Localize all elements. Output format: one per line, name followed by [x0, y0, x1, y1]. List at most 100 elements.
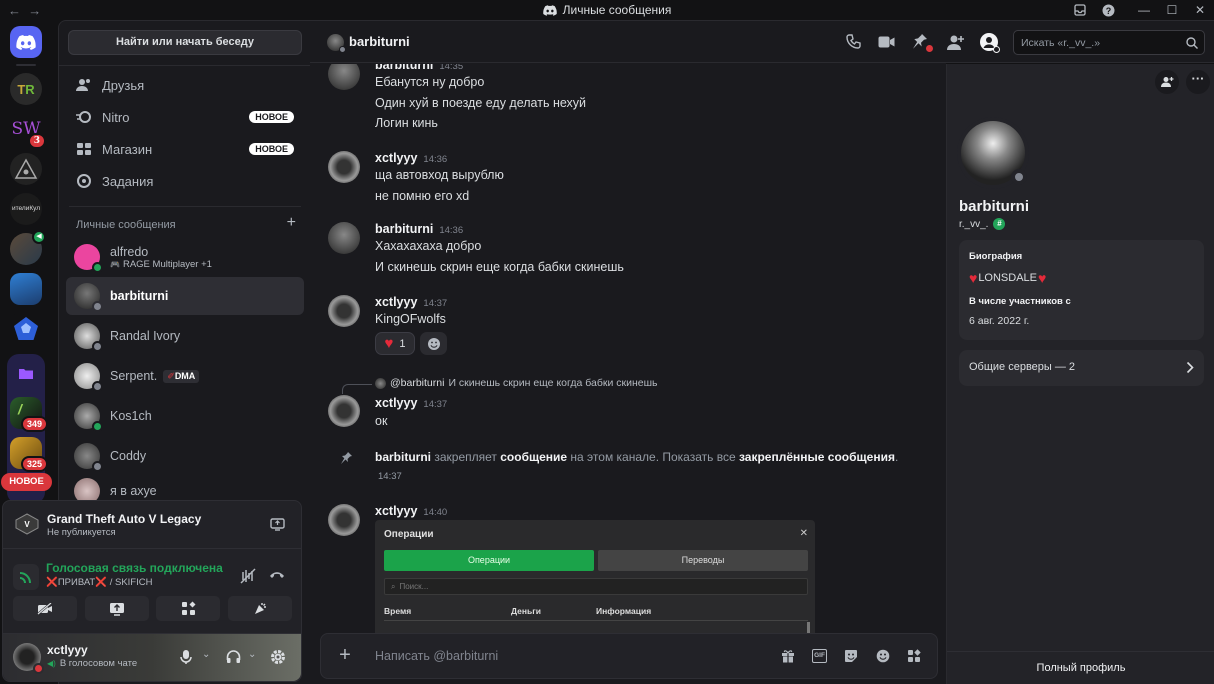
maximize-icon[interactable]: ☐: [1158, 3, 1186, 17]
server-blue[interactable]: [10, 273, 42, 305]
profile-username[interactable]: r._vv_. #: [959, 218, 1006, 230]
author-name[interactable]: barbiturni 14:36: [375, 222, 463, 236]
server-sw[interactable]: SW 3: [10, 113, 46, 149]
author-name[interactable]: xctlyyy 14:36: [375, 151, 447, 165]
voice-channel[interactable]: ❌ПРИВАТ❌ / SKIFICH: [46, 577, 152, 588]
chat-header: barbiturni Искать «r._vv_.»: [310, 20, 1214, 63]
back-icon[interactable]: ←: [8, 3, 21, 18]
server-illuminati[interactable]: [10, 153, 42, 185]
author-avatar[interactable]: [328, 64, 360, 90]
author-name[interactable]: xctlyyy 14:40: [375, 504, 447, 518]
reaction-heart[interactable]: ♥ 1: [375, 332, 415, 355]
author-avatar[interactable]: [328, 295, 360, 327]
author-avatar[interactable]: [328, 395, 360, 427]
dm-item-serpent[interactable]: Serpent. ✐DMA: [66, 357, 304, 395]
forward-icon[interactable]: →: [28, 3, 41, 18]
embed-close-icon[interactable]: ✕: [800, 528, 808, 539]
user-profile-toggle[interactable]: [980, 33, 1000, 53]
header-username[interactable]: barbiturni: [349, 34, 410, 49]
nav-nitro[interactable]: Nitro НОВОЕ: [66, 102, 304, 132]
nav-shop[interactable]: Магазин НОВОЕ: [66, 134, 304, 164]
server-tr[interactable]: TR: [10, 73, 42, 105]
gif-button[interactable]: GIF: [812, 649, 827, 663]
author-name[interactable]: barbiturni 14:35: [375, 64, 463, 72]
microphone-icon[interactable]: [180, 649, 192, 665]
nav-quests[interactable]: Задания: [66, 166, 304, 196]
divider: [59, 65, 311, 66]
profile-more-button[interactable]: ···: [1186, 70, 1210, 94]
dm-item-barbiturni[interactable]: barbiturni: [66, 277, 304, 315]
embed-search[interactable]: ⌕ Поиск...: [384, 578, 808, 595]
minimize-icon[interactable]: —: [1130, 3, 1158, 17]
dm-item-randal-ivory[interactable]: Randal Ivory: [66, 317, 304, 355]
dm-item-kos1ch[interactable]: Kos1ch: [66, 397, 304, 435]
signal-icon[interactable]: [13, 564, 39, 590]
voice-status[interactable]: Голосовая связь подключена: [46, 561, 223, 575]
user-avatar[interactable]: [13, 643, 44, 674]
pinned-messages-link[interactable]: закреплённые сообщения: [739, 450, 895, 464]
chevron-down-icon[interactable]: ⌄: [248, 649, 256, 660]
create-dm-button[interactable]: +: [287, 214, 296, 232]
profile-avatar[interactable]: [957, 117, 1029, 189]
home-button[interactable]: [10, 26, 42, 58]
help-icon[interactable]: ?: [1102, 4, 1130, 17]
pinned-messages-button[interactable]: [912, 33, 933, 52]
author-name[interactable]: xctlyyy 14:37: [375, 396, 447, 410]
server-itelikul[interactable]: ителиКул: [10, 193, 42, 225]
embed-tab-operations[interactable]: Операции: [384, 550, 594, 571]
author-name[interactable]: xctlyyy 14:37: [375, 295, 447, 309]
voice-call-icon[interactable]: [846, 34, 861, 50]
server-gta[interactable]: / 349: [10, 397, 48, 432]
gear-icon[interactable]: [270, 649, 286, 665]
screenshot-attachment[interactable]: Операции ✕ Операции Переводы ⌕ Поиск... В…: [375, 520, 815, 634]
share-screen-button[interactable]: [85, 596, 149, 621]
find-conversation-button[interactable]: Найти или начать беседу: [68, 30, 302, 55]
mutual-servers-button[interactable]: Общие серверы — 2: [959, 350, 1204, 386]
headphones-icon[interactable]: [226, 649, 241, 664]
emoji-icon[interactable]: [876, 649, 890, 663]
sticker-icon[interactable]: [844, 649, 858, 663]
profile-add-friend-button[interactable]: [1155, 70, 1179, 94]
activities-button[interactable]: [156, 596, 220, 621]
chevron-down-icon[interactable]: ⌄: [202, 649, 210, 660]
gift-icon[interactable]: [781, 649, 795, 663]
header-avatar[interactable]: [327, 34, 346, 53]
author-avatar[interactable]: [328, 504, 360, 536]
apps-icon[interactable]: [907, 649, 921, 663]
dm-item-coddy[interactable]: Coddy: [66, 437, 304, 475]
server-speaker[interactable]: ◀: [10, 230, 46, 265]
camera-off-button[interactable]: [13, 596, 77, 621]
inbox-icon[interactable]: [1074, 4, 1102, 16]
soundboard-button[interactable]: [228, 596, 292, 621]
new-pill[interactable]: НОВОЕ: [1, 473, 52, 491]
dm-item-alfredo[interactable]: alfredo 🎮 RAGE Multiplayer +1: [66, 238, 304, 276]
gamepad-icon: 🎮: [110, 259, 120, 269]
noise-suppression-icon[interactable]: [240, 568, 256, 584]
message-input[interactable]: Написать @barbiturni: [375, 649, 498, 663]
add-friends-icon[interactable]: [947, 34, 965, 51]
author-avatar[interactable]: [328, 222, 360, 254]
pinned-message-link[interactable]: сообщение: [500, 450, 567, 464]
nav-arrows[interactable]: ← →: [0, 3, 60, 18]
stream-game-icon[interactable]: [270, 518, 285, 531]
server-gold[interactable]: 325: [10, 437, 48, 472]
video-call-icon[interactable]: [878, 36, 895, 48]
full-profile-link[interactable]: Полный профиль: [947, 662, 1214, 674]
chat-search-input[interactable]: Искать «r._vv_.»: [1013, 30, 1205, 55]
game-activity[interactable]: V Grand Theft Auto V Legacy Не публикует…: [3, 501, 301, 549]
shop-icon: [77, 143, 91, 155]
pin-actor[interactable]: barbiturni: [375, 450, 431, 464]
dm-name: Serpent.: [110, 369, 158, 383]
disconnect-icon[interactable]: [269, 570, 285, 580]
close-window-icon[interactable]: ✕: [1186, 3, 1214, 17]
add-reaction-button[interactable]: [420, 332, 447, 355]
activities-icon: [181, 601, 195, 615]
dm-activity: 🎮 RAGE Multiplayer +1: [110, 258, 212, 270]
author-avatar[interactable]: [328, 151, 360, 183]
server-pentagon[interactable]: [10, 313, 42, 345]
nav-friends[interactable]: Друзья: [66, 70, 304, 100]
user-name[interactable]: xctlyyy: [47, 643, 88, 657]
embed-tab-transfers[interactable]: Переводы: [598, 550, 808, 571]
reply-preview[interactable]: @barbiturni И скинешь скрин еще когда баб…: [375, 377, 657, 389]
attach-button[interactable]: +: [335, 645, 355, 665]
